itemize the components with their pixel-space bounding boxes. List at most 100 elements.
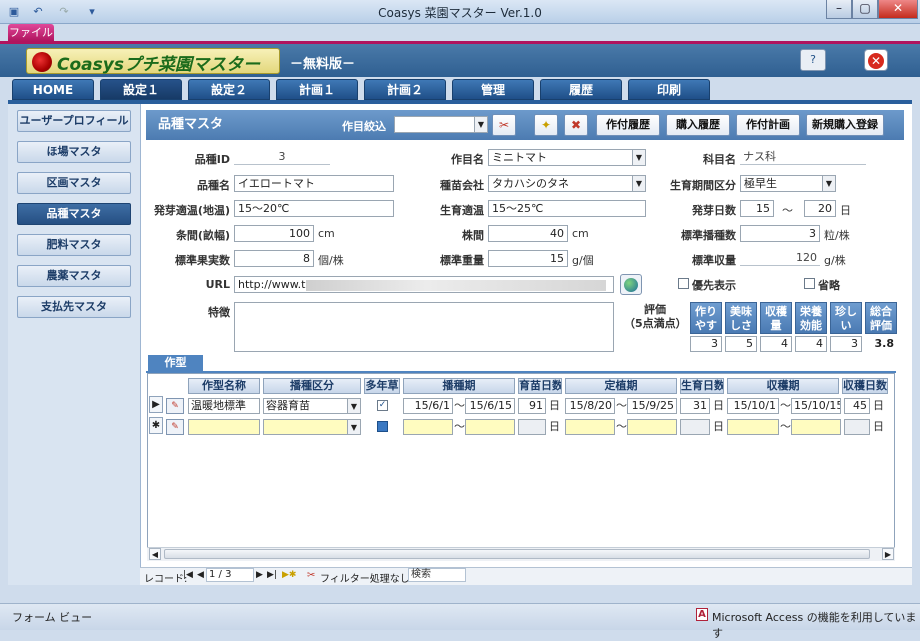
close-window-button[interactable]: ✕ [878,0,918,19]
eval-ease-input[interactable]: 3 [690,336,722,352]
perennial-checkbox[interactable]: ✓ [377,400,388,411]
scroll-left-arrow-icon[interactable]: ◀ [149,548,161,560]
plant-spacing-input[interactable]: 40 [488,225,568,242]
germination-temp-input[interactable]: 15～20℃ [234,200,394,217]
omit-checkbox[interactable] [804,278,815,289]
filter-status[interactable]: フィルター処理なし [320,570,410,585]
chevron-down-icon[interactable]: ▼ [822,176,835,191]
tab-history[interactable]: 履歴 [540,79,622,100]
new-purchase-button[interactable]: 新規購入登録 [806,114,884,136]
chevron-down-icon[interactable]: ▼ [347,420,360,434]
growth-period-select[interactable]: 極早生 ▼ [740,175,836,192]
cell-plant-to[interactable]: 15/9/25 [627,398,677,414]
eval-yield-input[interactable]: 4 [760,336,792,352]
new-cell-harvest-from[interactable] [727,419,779,435]
next-record-icon[interactable]: ▶ [256,570,263,580]
cell-harvest-to[interactable]: 15/10/15 [791,398,841,414]
new-cell-growth-days[interactable] [680,419,710,435]
delete-record-button[interactable]: ✖ [564,114,588,136]
subform-tab[interactable]: 作型 [148,355,203,371]
new-record-nav-icon[interactable]: ▶✱ [282,570,296,580]
tab-settings-2[interactable]: 設定２ [188,79,270,100]
seed-company-select[interactable]: タカハシのタネ ▼ [488,175,646,192]
chevron-down-icon[interactable]: ▼ [632,176,645,191]
new-row-edit-button[interactable]: ✎ [166,419,184,435]
chevron-down-icon[interactable]: ▼ [474,117,487,132]
cell-harvest-days[interactable]: 45 [844,398,870,414]
variety-name-input[interactable]: イエロートマト [234,175,394,192]
weight-input[interactable]: 15 [488,250,568,267]
priority-checkbox[interactable] [678,278,689,289]
cell-sowing-type[interactable]: 容器育苗 ▼ [263,398,361,414]
cell-harvest-from[interactable]: 15/10/1 [727,398,779,414]
row-selector-current[interactable]: ▶ [149,396,163,413]
planting-plan-button[interactable]: 作付計画 [736,114,800,136]
first-record-icon[interactable]: |◀ [183,570,193,580]
sidebar-item-user-profile[interactable]: ユーザープロフィール [17,110,131,132]
row-spacing-input[interactable]: 100 [234,225,314,242]
cell-sow-from[interactable]: 15/6/1 [403,398,453,414]
new-cell-plant-to[interactable] [627,419,677,435]
record-position-input[interactable]: 1 / 3 [206,568,254,582]
scrollbar-thumb[interactable] [164,549,870,559]
fruit-count-input[interactable]: 8 [234,250,314,267]
crop-name-select[interactable]: ミニトマト ▼ [488,149,646,166]
crop-filter-select[interactable]: ▼ [394,116,488,133]
new-perennial-checkbox[interactable] [377,421,388,432]
growth-temp-input[interactable]: 15～25℃ [488,200,646,217]
app-menu-icon[interactable]: ▣ [6,4,22,20]
maximize-button[interactable]: ▢ [852,0,878,19]
tab-home[interactable]: HOME [12,79,94,100]
features-textarea[interactable] [234,302,614,352]
cell-plant-from[interactable]: 15/8/20 [565,398,615,414]
new-cell-sow-from[interactable] [403,419,453,435]
sidebar-item-fertilizer-master[interactable]: 肥料マスタ [17,234,131,256]
tab-manage[interactable]: 管理 [452,79,534,100]
minimize-button[interactable]: – [826,0,852,19]
cell-nursery-days[interactable]: 91 [518,398,546,414]
tab-print[interactable]: 印刷 [628,79,710,100]
redo-icon[interactable]: ↷ [56,4,72,20]
tab-settings-1[interactable]: 設定１ [100,79,182,100]
chevron-down-icon[interactable]: ▼ [347,399,360,413]
customize-qat-icon[interactable]: ▾ [84,4,100,20]
sidebar-item-pesticide-master[interactable]: 農薬マスタ [17,265,131,287]
record-search-input[interactable]: 検索 [408,568,466,582]
undo-icon[interactable]: ↶ [30,4,46,20]
cell-name[interactable]: 温暖地標準 [188,398,260,414]
clear-filter-button[interactable]: ✂ [492,114,516,136]
cell-sow-to[interactable]: 15/6/15 [465,398,515,414]
open-url-button[interactable] [620,274,642,295]
new-cell-sowing-type[interactable]: ▼ [263,419,361,435]
tab-plan-2[interactable]: 計画２ [364,79,446,100]
new-cell-sow-to[interactable] [465,419,515,435]
row-edit-button[interactable]: ✎ [166,398,184,414]
seeds-input[interactable]: 3 [740,225,820,242]
chevron-down-icon[interactable]: ▼ [632,150,645,165]
sidebar-item-variety-master[interactable]: 品種マスタ [17,203,131,225]
new-cell-harvest-to[interactable] [791,419,841,435]
row-selector-new[interactable]: ✱ [149,417,163,434]
eval-taste-input[interactable]: 5 [725,336,757,352]
new-cell-nursery-days[interactable] [518,419,546,435]
sidebar-item-plot-master[interactable]: 区画マスタ [17,172,131,194]
scroll-right-arrow-icon[interactable]: ▶ [882,548,894,560]
file-tab[interactable]: ファイル [8,24,54,41]
last-record-icon[interactable]: ▶| [267,570,277,580]
tab-plan-1[interactable]: 計画１ [276,79,358,100]
new-cell-plant-from[interactable] [565,419,615,435]
germination-days-to-input[interactable]: 20 [804,200,836,217]
germination-days-from-input[interactable]: 15 [740,200,774,217]
new-record-button[interactable]: ✦ [534,114,558,136]
sidebar-item-payee-master[interactable]: 支払先マスタ [17,296,131,318]
sidebar-item-field-master[interactable]: ほ場マスタ [17,141,131,163]
planting-history-button[interactable]: 作付履歴 [596,114,660,136]
eval-nutrition-input[interactable]: 4 [795,336,827,352]
help-button[interactable]: ? [800,49,826,71]
new-cell-name[interactable] [188,419,260,435]
close-app-button[interactable]: ✕ [864,49,888,71]
prev-record-icon[interactable]: ◀ [197,570,204,580]
cell-growth-days[interactable]: 31 [680,398,710,414]
new-cell-harvest-days[interactable] [844,419,870,435]
url-input[interactable]: http://www.t [234,276,614,293]
